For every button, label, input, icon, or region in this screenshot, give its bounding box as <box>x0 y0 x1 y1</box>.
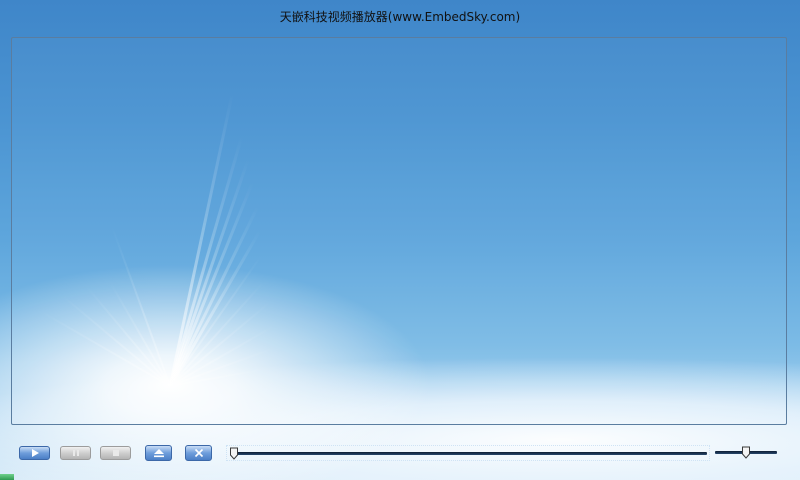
stop-icon <box>112 450 119 456</box>
play-button[interactable] <box>19 446 50 460</box>
open-file-button[interactable] <box>145 445 172 461</box>
seek-slider[interactable] <box>226 445 710 461</box>
seek-track <box>231 452 707 455</box>
window-title: 天嵌科技视频播放器(www.EmbedSky.com) <box>279 10 521 24</box>
eject-icon <box>153 449 164 458</box>
volume-slider[interactable] <box>715 445 777 461</box>
video-display-area[interactable] <box>11 37 787 425</box>
seek-thumb-handle[interactable] <box>230 447 239 460</box>
taskbar-corner-indicator <box>0 474 14 480</box>
stop-button[interactable] <box>100 446 131 460</box>
close-button[interactable] <box>185 445 212 461</box>
pause-button[interactable] <box>60 446 91 460</box>
volume-thumb-handle[interactable] <box>742 446 751 459</box>
pause-icon <box>72 450 79 456</box>
play-icon <box>31 449 39 457</box>
close-icon <box>194 448 203 458</box>
